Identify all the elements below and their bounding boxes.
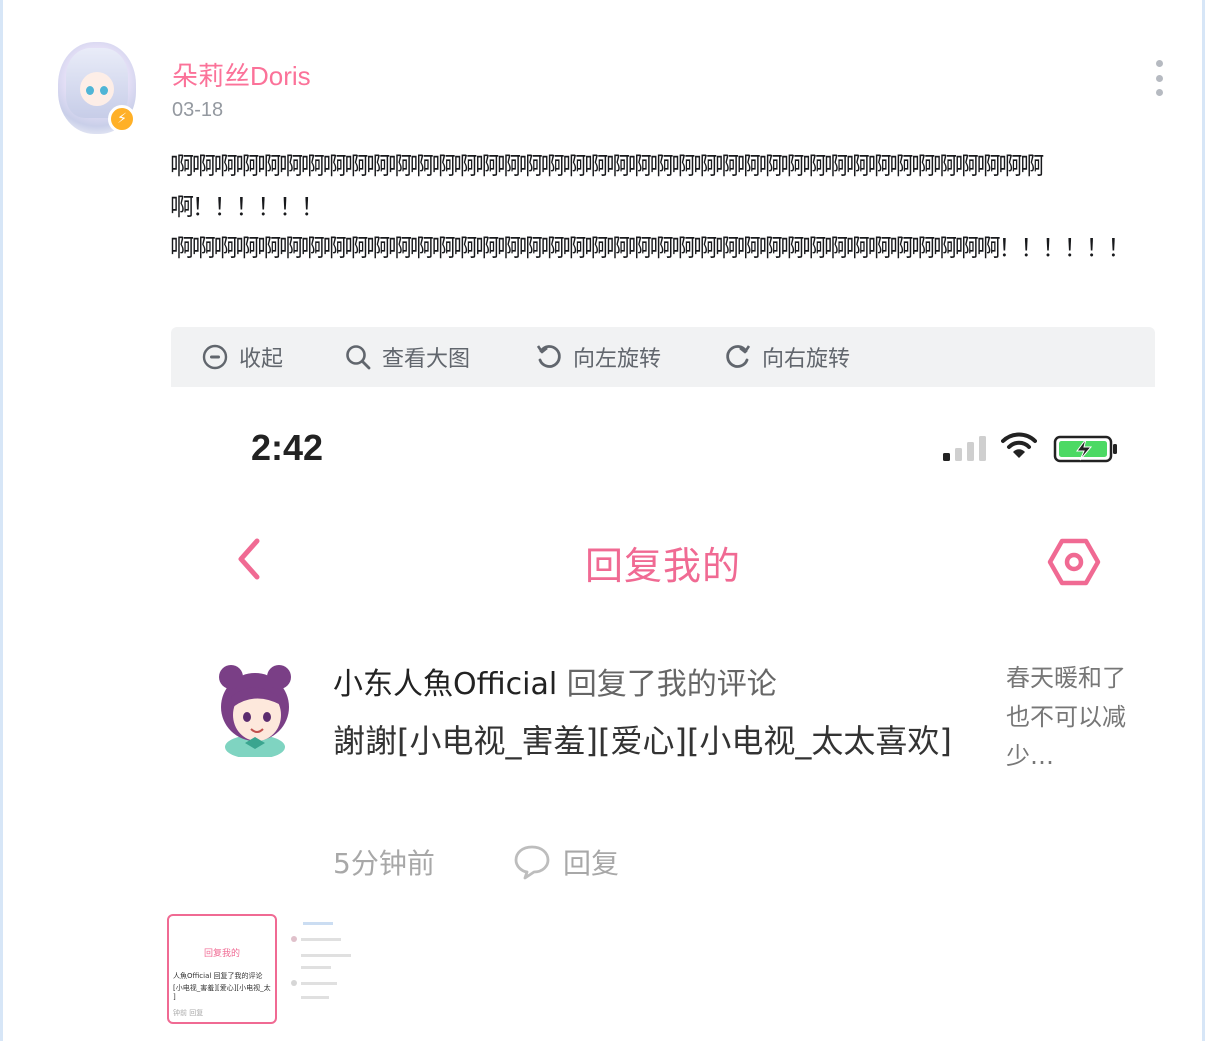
post-image[interactable]: 2:42 回复我的 小东人魚Official 回复了我的评论 謝謝[小电视_害羞… — [171, 387, 1155, 902]
battery-icon — [1053, 435, 1117, 463]
thumbnail-line: 人魚Official 回复了我的评论 — [173, 972, 263, 980]
post-paragraph: 啊啊啊啊啊啊啊啊啊啊啊啊啊啊啊啊啊啊啊啊啊啊啊啊啊啊啊啊啊啊啊啊啊啊啊啊啊啊啊啊… — [170, 152, 1044, 221]
rotate-right-icon — [724, 343, 752, 371]
reply-header: 小东人魚Official 回复了我的评论 — [333, 659, 777, 703]
lightning-badge-icon: ⚡ — [108, 105, 136, 133]
rotate-left-label: 向左旋转 — [573, 347, 662, 372]
thumbnail-line: 钟前 回复 — [173, 1009, 204, 1017]
reply-action: 回复了我的评论 — [557, 667, 777, 702]
rotate-left-button[interactable]: 向左旋转 — [535, 327, 661, 387]
reply-author-avatar[interactable] — [211, 657, 299, 757]
more-vertical-icon[interactable] — [1152, 60, 1166, 96]
settings-icon[interactable] — [1046, 537, 1102, 587]
user-avatar[interactable]: ⚡ — [58, 42, 136, 136]
username[interactable]: 朵莉丝Doris — [172, 56, 311, 93]
circle-minus-icon — [201, 343, 229, 371]
reply-body: 謝謝[小电视_害羞][爱心][小电视_太太喜欢] — [333, 722, 952, 760]
status-bar-time: 2:42 — [251, 427, 324, 468]
page-border-left — [0, 0, 3, 1041]
reply-button[interactable]: 回复 — [513, 842, 619, 882]
thumbnail-line: ] — [173, 993, 176, 1001]
rotate-right-label: 向右旋转 — [762, 347, 851, 372]
reply-time: 5分钟前 — [333, 847, 435, 880]
collapse-button[interactable]: 收起 — [201, 327, 283, 387]
rotate-left-icon — [535, 343, 563, 371]
reply-quote[interactable]: 春天暖和了也不可以减少… — [1006, 659, 1126, 776]
screenshot-nav-title: 回复我的 — [584, 544, 741, 588]
reply-author[interactable]: 小东人魚Official — [333, 667, 557, 702]
wifi-icon — [1001, 432, 1037, 458]
thumbnail[interactable] — [283, 914, 393, 1024]
thumbnail-line: [小电视_害羞][爱心][小电视_太 — [173, 984, 271, 992]
thumbnail-title: 回复我的 — [203, 949, 240, 959]
view-large-button[interactable]: 查看大图 — [344, 327, 470, 387]
rotate-right-button[interactable]: 向右旋转 — [724, 327, 850, 387]
signal-icon — [943, 436, 986, 461]
post-date: 03-18 — [172, 99, 224, 121]
post-paragraph: 啊啊啊啊啊啊啊啊啊啊啊啊啊啊啊啊啊啊啊啊啊啊啊啊啊啊啊啊啊啊啊啊啊啊啊啊啊啊！！… — [170, 234, 1131, 262]
collapse-label: 收起 — [239, 347, 284, 372]
image-toolbar: 收起 查看大图 向左旋转 向右旋转 — [171, 327, 1155, 387]
comment-icon — [514, 845, 550, 880]
view-large-label: 查看大图 — [382, 347, 471, 372]
thumbnail-selected[interactable]: 回复我的 人魚Official 回复了我的评论 [小电视_害羞][爱心][小电视… — [167, 914, 277, 1024]
post-text: 啊啊啊啊啊啊啊啊啊啊啊啊啊啊啊啊啊啊啊啊啊啊啊啊啊啊啊啊啊啊啊啊啊啊啊啊啊啊啊啊… — [170, 146, 1168, 269]
reply-button-label: 回复 — [563, 847, 620, 880]
search-icon — [344, 343, 372, 371]
